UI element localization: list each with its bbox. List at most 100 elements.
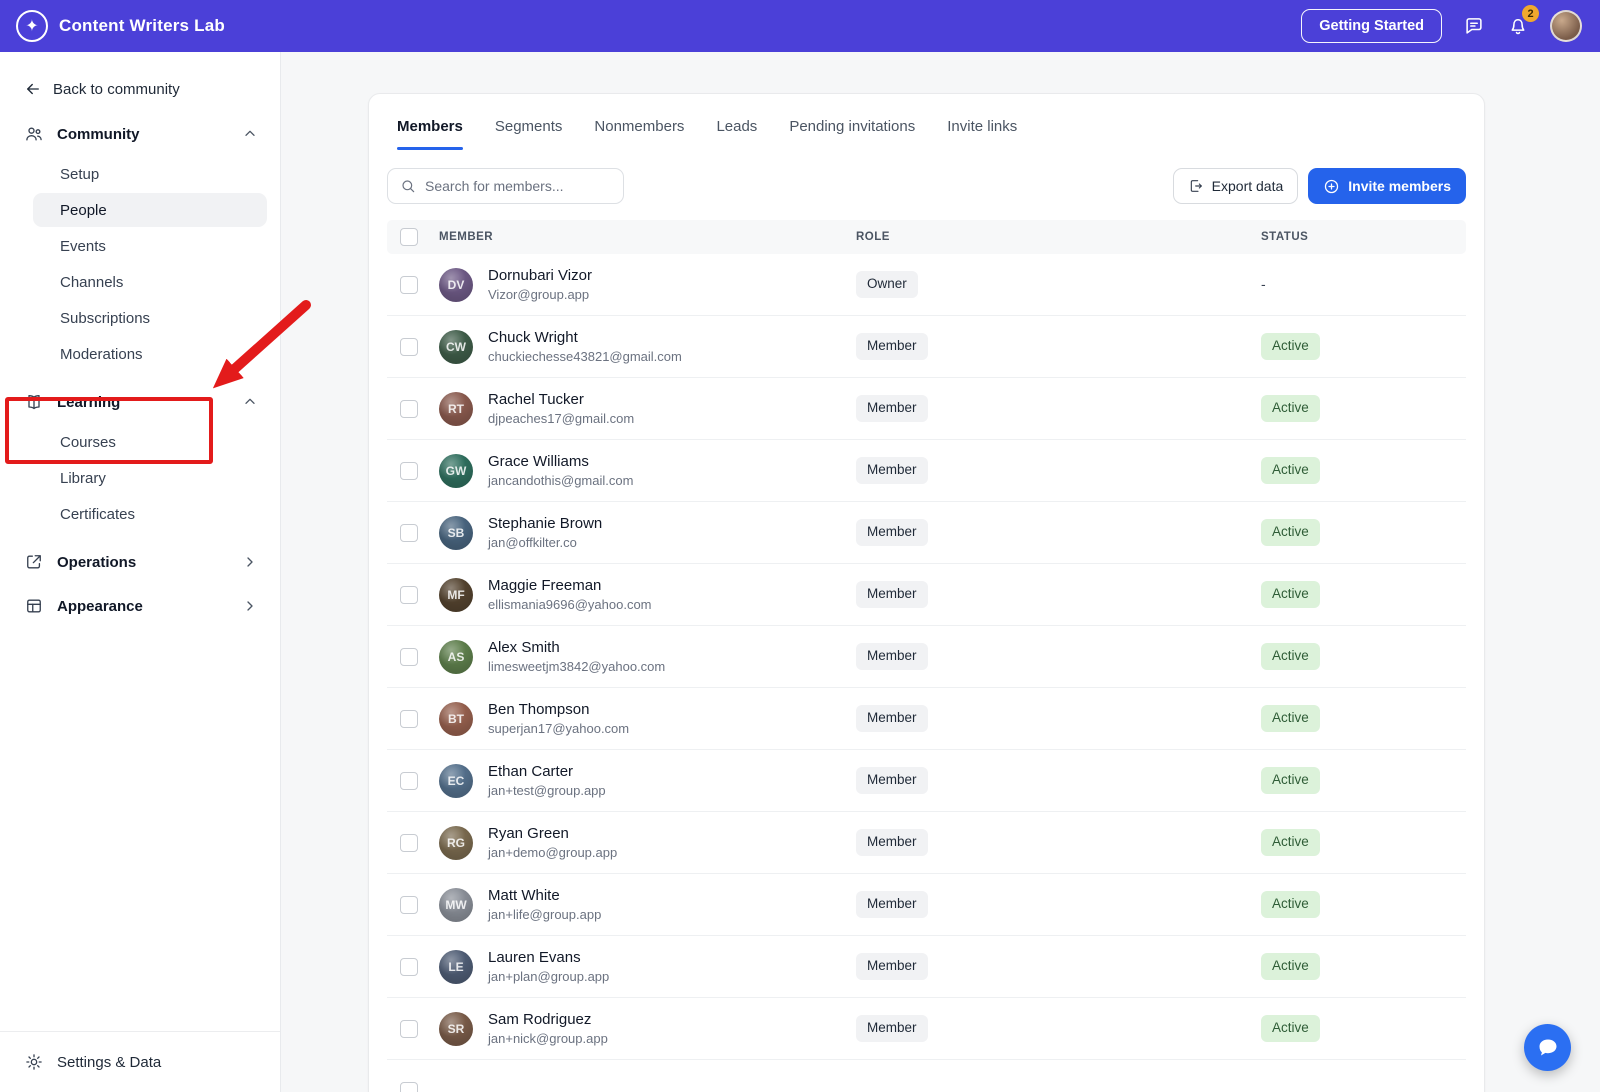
member-name: Ryan Green [488,825,617,842]
avatar: LE [439,950,473,984]
search-input[interactable] [425,178,611,194]
role-badge: Member [856,395,928,422]
sidebar-section-appearance[interactable]: Appearance [0,584,280,628]
getting-started-button[interactable]: Getting Started [1301,9,1442,43]
row-checkbox[interactable] [400,710,418,728]
row-checkbox[interactable] [400,834,418,852]
member-name: Rachel Tucker [488,391,634,408]
avatar: EC [439,764,473,798]
status-badge: Active [1261,829,1320,856]
role-badge: Member [856,705,928,732]
table-row[interactable]: CW Chuck Wright chuckiechesse43821@gmail… [387,316,1466,378]
community-title: Content Writers Lab [59,16,225,36]
status-badge: Active [1261,333,1320,360]
table-row[interactable]: MW Matt White jan+life@group.app Member … [387,874,1466,936]
table-row[interactable]: RT Rachel Tucker djpeaches17@gmail.com M… [387,378,1466,440]
table-row[interactable]: GW Grace Williams jancandothis@gmail.com… [387,440,1466,502]
plus-circle-icon [1323,178,1340,195]
role-badge: Member [856,891,928,918]
table-row[interactable]: MF Maggie Freeman ellismania9696@yahoo.c… [387,564,1466,626]
row-checkbox[interactable] [400,958,418,976]
select-all-checkbox[interactable] [400,228,418,246]
status-badge: Active [1261,1015,1320,1042]
tab-nonmembers[interactable]: Nonmembers [594,118,684,150]
settings-and-data-link[interactable]: Settings & Data [0,1031,280,1092]
avatar: SR [439,1012,473,1046]
invite-members-button[interactable]: Invite members [1308,168,1466,204]
export-icon [1188,178,1204,194]
members-table: MEMBER ROLE STATUS DV Dornubari Vizor Vi… [387,220,1466,1092]
row-checkbox[interactable] [400,772,418,790]
sidebar-item-certificates[interactable]: Certificates [33,497,267,531]
avatar: CW [439,330,473,364]
sidebar-item-courses[interactable]: Courses [33,425,267,459]
sidebar-item-subscriptions[interactable]: Subscriptions [33,301,267,335]
messages-icon[interactable] [1462,14,1486,38]
chat-launcher-button[interactable] [1524,1024,1571,1071]
row-checkbox[interactable] [400,338,418,356]
operations-icon [24,552,44,572]
table-row[interactable]: BT Ben Thompson superjan17@yahoo.com Mem… [387,688,1466,750]
row-checkbox[interactable] [400,1082,418,1092]
status-badge: Active [1261,767,1320,794]
notifications-bell-icon[interactable]: 2 [1506,14,1530,38]
search-box[interactable] [387,168,624,204]
sidebar-item-channels[interactable]: Channels [33,265,267,299]
avatar: MW [439,888,473,922]
row-checkbox[interactable] [400,462,418,480]
main-content: Members Segments Nonmembers Leads Pending in… [281,52,1600,1092]
row-checkbox[interactable] [400,1020,418,1038]
row-checkbox[interactable] [400,276,418,294]
row-checkbox[interactable] [400,586,418,604]
avatar: RT [439,392,473,426]
sidebar-section-learning[interactable]: Learning [0,380,280,424]
topbar: ✦ Content Writers Lab Getting Started 2 [0,0,1600,52]
table-row[interactable]: EC Ethan Carter jan+test@group.app Membe… [387,750,1466,812]
column-header-status: STATUS [1261,231,1468,243]
search-icon [400,178,416,194]
table-row[interactable]: LE Lauren Evans jan+plan@group.app Membe… [387,936,1466,998]
sidebar-section-community[interactable]: Community [0,112,280,156]
table-row[interactable]: DV Dornubari Vizor Vizor@group.app Owner… [387,254,1466,316]
user-avatar[interactable] [1550,10,1582,42]
gear-icon [24,1052,44,1072]
tab-leads[interactable]: Leads [716,118,757,150]
row-checkbox[interactable] [400,896,418,914]
notification-count-badge: 2 [1522,5,1539,22]
member-email: Vizor@group.app [488,287,592,302]
row-checkbox[interactable] [400,648,418,666]
sidebar-item-setup[interactable]: Setup [33,157,267,191]
status-badge: Active [1261,519,1320,546]
member-email: jancandothis@gmail.com [488,473,633,488]
table-row[interactable]: AS Alex Smith limesweetjm3842@yahoo.com … [387,626,1466,688]
export-data-button[interactable]: Export data [1173,168,1299,204]
role-badge: Member [856,581,928,608]
avatar: GW [439,454,473,488]
table-row-partial [387,1060,1466,1092]
sidebar-item-events[interactable]: Events [33,229,267,263]
row-checkbox[interactable] [400,524,418,542]
table-row[interactable]: RG Ryan Green jan+demo@group.app Member … [387,812,1466,874]
sidebar-item-moderations[interactable]: Moderations [33,337,267,371]
member-email: jan+plan@group.app [488,969,609,984]
back-arrow-icon [24,80,42,98]
status-badge: Active [1261,457,1320,484]
member-email: jan+test@group.app [488,783,606,798]
sidebar-section-operations[interactable]: Operations [0,540,280,584]
chevron-up-icon [242,126,258,142]
chevron-right-icon [242,598,258,614]
tab-invite-links[interactable]: Invite links [947,118,1017,150]
role-badge: Member [856,519,928,546]
tab-pending-invitations[interactable]: Pending invitations [789,118,915,150]
row-checkbox[interactable] [400,400,418,418]
sidebar-item-people[interactable]: People [33,193,267,227]
table-row[interactable]: SB Stephanie Brown jan@offkilter.co Memb… [387,502,1466,564]
tab-segments[interactable]: Segments [495,118,563,150]
tab-members[interactable]: Members [397,118,463,150]
table-row[interactable]: SR Sam Rodriguez jan+nick@group.app Memb… [387,998,1466,1060]
role-badge: Member [856,829,928,856]
sidebar-item-library[interactable]: Library [33,461,267,495]
member-name: Chuck Wright [488,329,682,346]
back-to-community-link[interactable]: Back to community [24,80,256,98]
status-badge: - [1261,276,1266,292]
